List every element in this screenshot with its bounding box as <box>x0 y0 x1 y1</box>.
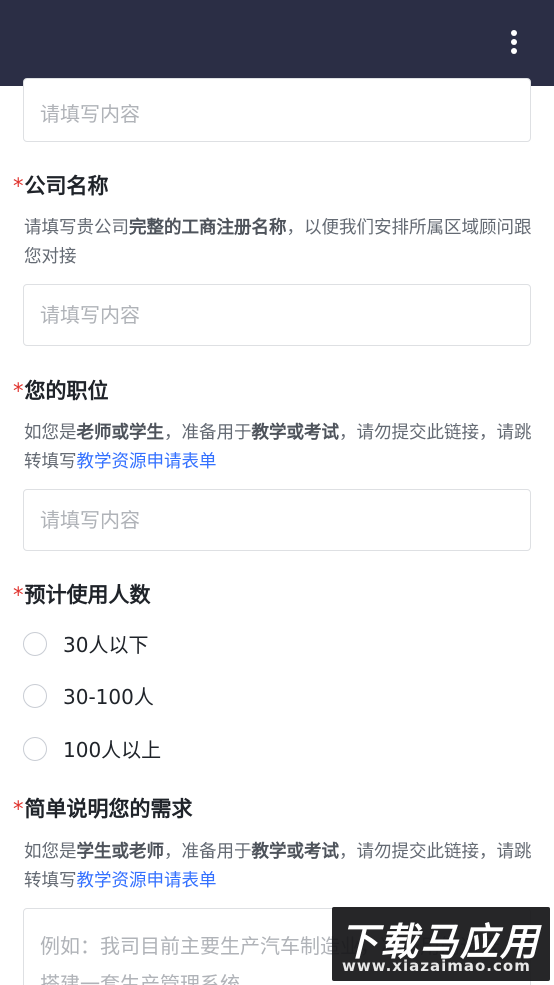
company-name-description: 请填写贵公司完整的工商注册名称，以便我们安排所属区域顾问跟您对接 <box>24 218 532 267</box>
more-options-icon[interactable] <box>508 30 520 58</box>
users-option-over-100[interactable]: 100人以上 <box>23 734 161 763</box>
radio-button[interactable] <box>23 631 47 656</box>
expected-users-title: *预计使用人数 <box>13 583 151 607</box>
watermark-url: www.xiazaimao.com <box>342 957 531 975</box>
company-name-input[interactable] <box>24 285 530 345</box>
option-label: 30人以下 <box>63 633 149 657</box>
required-mark: * <box>13 583 24 607</box>
radio-button[interactable] <box>23 683 47 708</box>
required-mark: * <box>13 797 24 821</box>
option-label: 100人以上 <box>63 738 162 762</box>
position-field[interactable] <box>23 489 531 551</box>
site-watermark: 下载马应用 www.xiazaimao.com <box>332 907 550 981</box>
previous-text-input[interactable] <box>24 79 530 141</box>
teaching-resource-link[interactable]: 教学资源申请表单 <box>77 452 217 472</box>
position-description: 如您是老师或学生，准备用于教学或考试，请勿提交此链接，请跳转填写教学资源申请表单 <box>24 423 532 472</box>
company-name-field[interactable] <box>23 284 531 346</box>
radio-button[interactable] <box>23 736 47 761</box>
position-title: *您的职位 <box>13 379 109 403</box>
needs-description: 如您是学生或老师，准备用于教学或考试，请勿提交此链接，请跳转填写教学资源申请表单 <box>24 842 532 891</box>
users-option-under-30[interactable]: 30人以下 <box>23 629 148 658</box>
previous-text-field[interactable] <box>23 78 531 142</box>
users-option-30-100[interactable]: 30-100人 <box>23 681 154 710</box>
teaching-resource-link[interactable]: 教学资源申请表单 <box>77 871 217 891</box>
company-name-title: *公司名称 <box>13 174 109 198</box>
position-input[interactable] <box>24 490 530 550</box>
option-label: 30-100人 <box>63 685 154 709</box>
app-header <box>0 0 554 86</box>
required-mark: * <box>13 174 24 198</box>
required-mark: * <box>13 379 24 403</box>
needs-title: *简单说明您的需求 <box>13 797 193 821</box>
